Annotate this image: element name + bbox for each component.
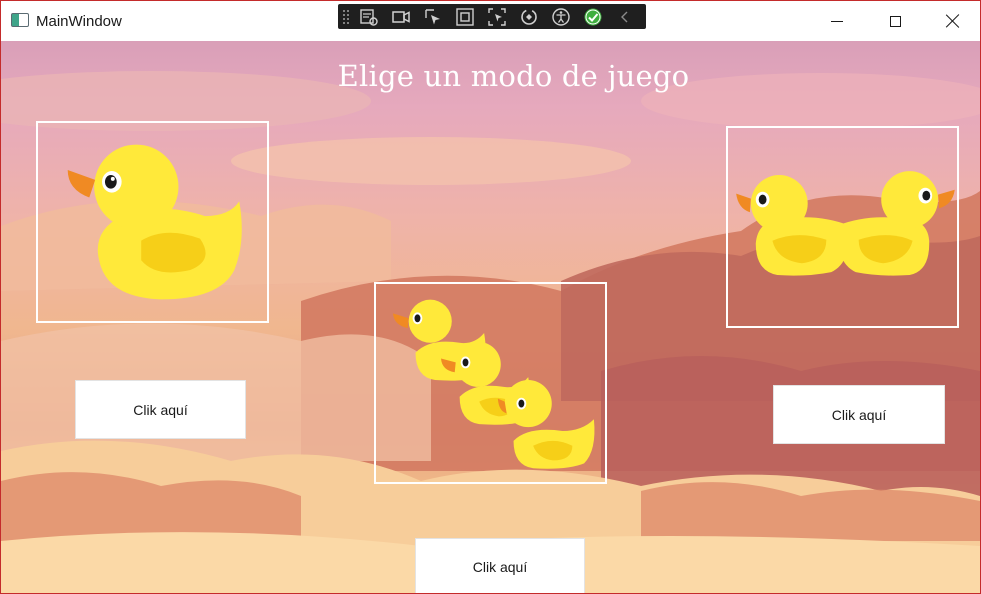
game-mode-panel: Elige un modo de juego Clik aquí Clik aq… bbox=[1, 41, 980, 593]
video-capture-icon[interactable] bbox=[388, 6, 414, 28]
minimize-button[interactable] bbox=[808, 5, 866, 37]
track-focus-icon[interactable] bbox=[484, 6, 510, 28]
maximize-button[interactable] bbox=[866, 5, 924, 37]
duck-icon bbox=[67, 144, 242, 300]
accessibility-icon[interactable] bbox=[548, 6, 574, 28]
check-icon[interactable] bbox=[580, 6, 606, 28]
maximize-icon bbox=[889, 15, 901, 27]
collapse-icon[interactable] bbox=[612, 6, 638, 28]
pointer-select-icon[interactable] bbox=[420, 6, 446, 28]
close-button[interactable] bbox=[924, 5, 980, 37]
page-heading: Elige un modo de juego bbox=[337, 59, 690, 93]
mode-image-three-ducks[interactable] bbox=[374, 282, 607, 484]
display-layout-icon[interactable] bbox=[452, 6, 478, 28]
debug-toolbar bbox=[338, 4, 646, 29]
mode-image-two-ducks[interactable] bbox=[726, 126, 959, 328]
title-bar[interactable]: MainWindow bbox=[1, 1, 980, 41]
hot-reload-icon[interactable] bbox=[516, 6, 542, 28]
close-icon bbox=[946, 14, 960, 28]
duck-icon bbox=[736, 171, 955, 276]
app-window: MainWindow Elige un modo de juego Clik a… bbox=[0, 0, 981, 594]
toolbar-grip-icon[interactable] bbox=[342, 8, 350, 25]
two-ducks-mode-button[interactable]: Clik aquí bbox=[773, 385, 945, 444]
mode-image-single-duck[interactable] bbox=[36, 121, 269, 323]
duck-icon bbox=[392, 299, 595, 469]
three-ducks-mode-button[interactable]: Clik aquí bbox=[415, 538, 585, 593]
window-title: MainWindow bbox=[36, 13, 122, 30]
app-window-icon bbox=[11, 13, 29, 27]
minimize-icon bbox=[831, 20, 843, 22]
single-duck-mode-button[interactable]: Clik aquí bbox=[75, 380, 246, 439]
select-element-icon[interactable] bbox=[356, 6, 382, 28]
